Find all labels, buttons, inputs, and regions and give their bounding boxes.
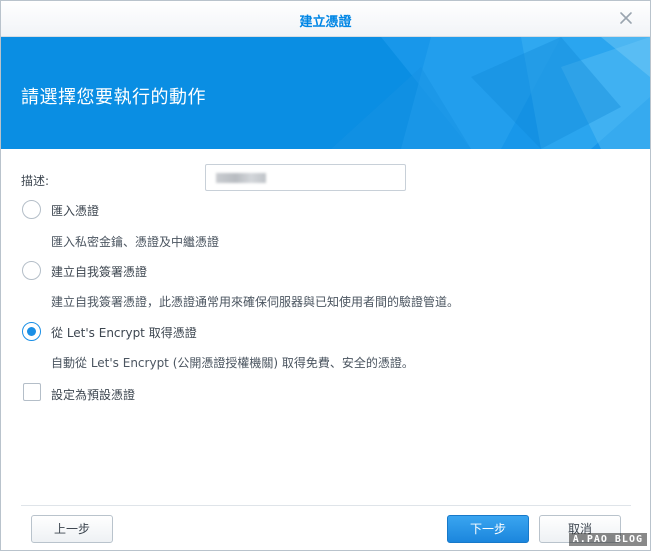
blurred-value (216, 173, 266, 183)
import-certificate-description: 匯入私密金鑰、憑證及中繼憑證 (51, 235, 220, 249)
footer-divider (21, 505, 631, 506)
blog-watermark: A.PAO BLOG (568, 533, 647, 546)
default-certificate-label: 設定為預設憑證 (51, 388, 136, 402)
description-label: 描述: (21, 174, 50, 188)
header-banner: 請選擇您要執行的動作 (1, 37, 650, 149)
title-bar: 建立憑證 (1, 1, 650, 37)
dialog-title: 建立憑證 (299, 15, 352, 30)
create-certificate-dialog: 建立憑證 請選擇您要執行的動作 描述: 匯入憑證 匯入私密金鑰、憑證及中繼憑證 … (0, 0, 651, 551)
default-certificate-checkbox[interactable] (23, 383, 41, 401)
lets-encrypt-description: 自動從 Let's Encrypt (公開憑證授權機關) 取得免費、安全的憑證。 (51, 356, 414, 370)
lets-encrypt-label: 從 Let's Encrypt 取得憑證 (51, 326, 197, 340)
self-signed-certificate-label: 建立自我簽署憑證 (51, 265, 148, 279)
banner-heading: 請選擇您要執行的動作 (21, 87, 206, 108)
self-signed-certificate-radio[interactable] (22, 261, 41, 280)
import-certificate-radio[interactable] (22, 200, 41, 219)
import-certificate-label: 匯入憑證 (51, 204, 100, 218)
close-icon[interactable] (616, 8, 636, 28)
back-button[interactable]: 上一步 (31, 515, 113, 543)
next-button[interactable]: 下一步 (447, 515, 529, 543)
description-input[interactable] (205, 164, 406, 191)
self-signed-certificate-description: 建立自我簽署憑證，此憑證通常用來確保伺服器與已知使用者間的驗證管道。 (51, 295, 460, 309)
lets-encrypt-radio[interactable] (22, 322, 41, 341)
